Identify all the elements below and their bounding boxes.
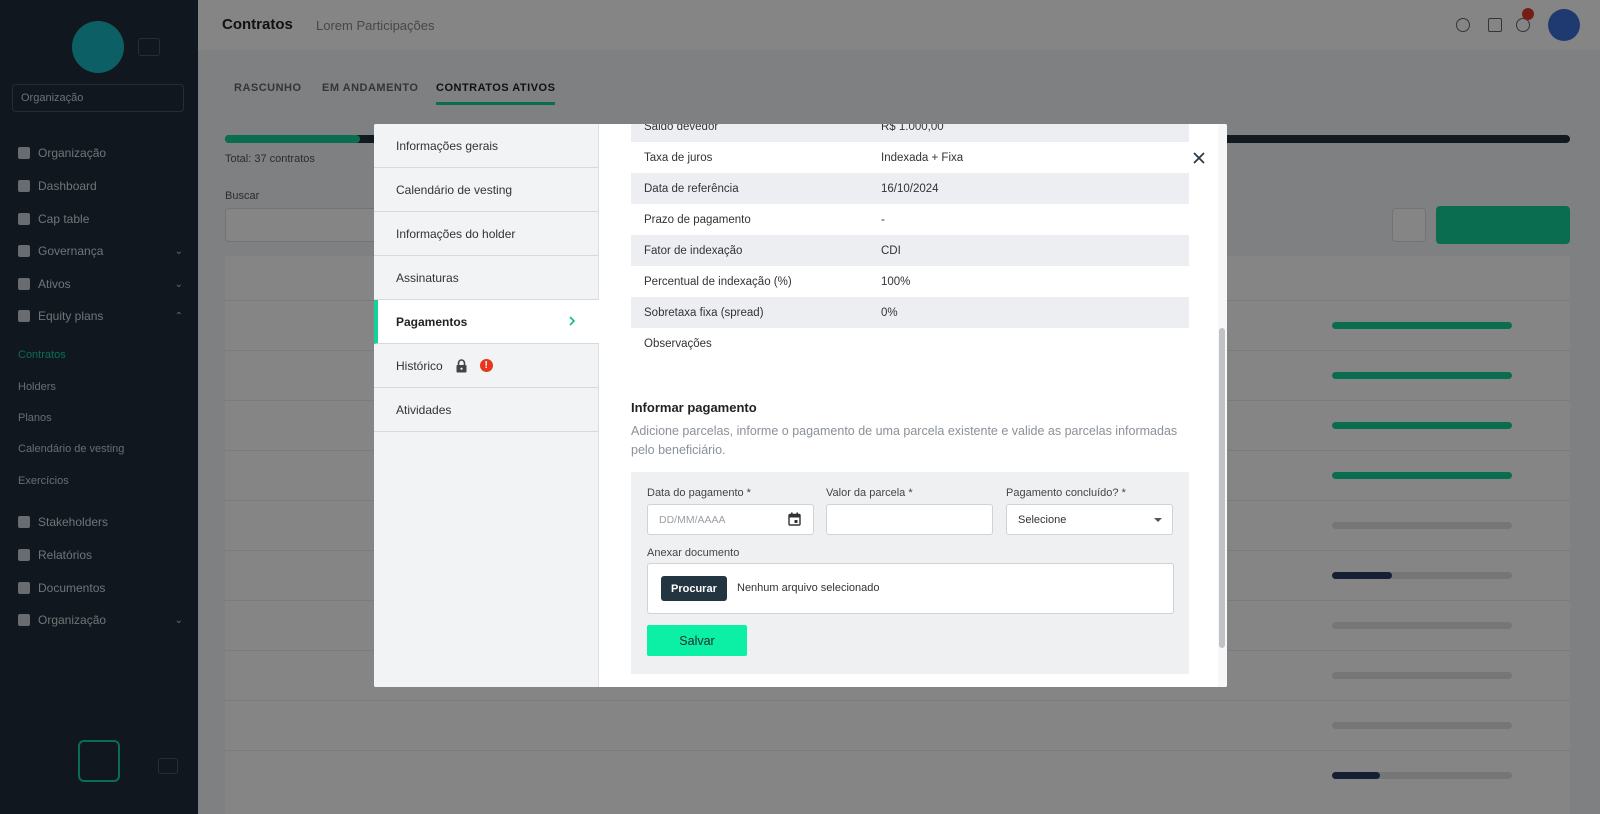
info-row-prazo-pagamento: Prazo de pagamento - (644, 213, 885, 226)
chevron-right-icon (569, 316, 576, 326)
info-row-sobretaxa: Sobretaxa fixa (spread) 0% (631, 297, 1189, 328)
no-file-selected-text: Nenhum arquivo selecionado (737, 582, 880, 594)
info-row-fator-indexacao: Fator de indexação CDI (631, 235, 1189, 266)
payment-form: Data do pagamento * DD/MM/AAAA Valor da … (631, 472, 1189, 674)
lock-icon (456, 358, 467, 372)
info-row-observacoes: Observações (644, 337, 712, 350)
info-row-data-referencia: Data de referência 16/10/2024 (631, 173, 1189, 204)
payment-section-title: Informar pagamento (631, 400, 757, 415)
contract-details-modal: Informações gerais Calendário de vesting… (374, 124, 1227, 687)
tab-informacoes-gerais[interactable]: Informações gerais (374, 124, 599, 168)
payment-date-label: Data do pagamento * (647, 487, 751, 499)
installment-value-label: Valor da parcela * (826, 487, 913, 499)
modal-scrollbar-thumb[interactable] (1219, 328, 1225, 648)
info-row-percentual-indexacao: Percentual de indexação (%) 100% (644, 275, 911, 288)
info-row-taxa-juros: Taxa de juros Indexada + Fixa (644, 151, 964, 164)
tab-atividades[interactable]: Atividades (374, 388, 599, 432)
calendar-icon[interactable] (788, 512, 801, 526)
installment-value-input[interactable] (826, 504, 993, 535)
attach-document-label: Anexar documento (647, 547, 740, 559)
payment-concluded-label: Pagamento concluído? * (1006, 487, 1126, 499)
close-icon[interactable] (1192, 151, 1206, 165)
warning-icon: ! (479, 359, 493, 372)
tab-assinaturas[interactable]: Assinaturas (374, 256, 599, 300)
tab-historico[interactable]: Histórico ! (374, 344, 599, 388)
file-upload-field[interactable]: Procurar Nenhum arquivo selecionado (647, 563, 1174, 614)
payment-section-description: Adicione parcelas, informe o pagamento d… (631, 424, 1178, 457)
tab-calendario-vesting[interactable]: Calendário de vesting (374, 168, 599, 212)
save-payment-button[interactable]: Salvar (647, 625, 747, 656)
dropdown-caret-icon (1154, 518, 1162, 522)
modal-navigation: Informações gerais Calendário de vesting… (374, 124, 599, 687)
tab-informacoes-holder[interactable]: Informações do holder (374, 212, 599, 256)
payment-concluded-select[interactable]: Selecione (1006, 504, 1173, 535)
tab-pagamentos[interactable]: Pagamentos (374, 300, 599, 344)
modal-content: Saldo devedor R$ 1.000,00 Taxa de juros In… (600, 124, 1227, 687)
browse-file-button[interactable]: Procurar (661, 576, 727, 601)
info-row-saldo-devedor: Saldo devedor R$ 1.000,00 (631, 124, 1189, 142)
